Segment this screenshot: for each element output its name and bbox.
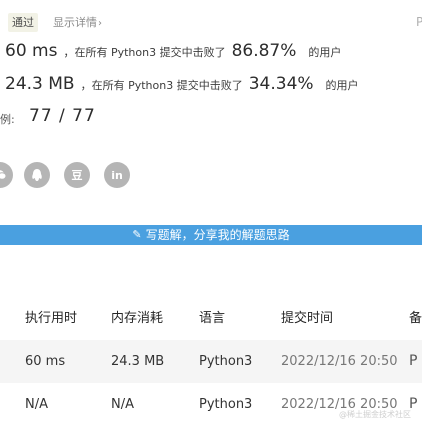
runtime-suffix: 的用户	[308, 46, 342, 59]
row-memory: N/A	[111, 397, 134, 412]
watermark: @稀土掘金技术社区	[339, 410, 411, 419]
table-header-row: 执行用时 内存消耗 语言 提交时间 备	[0, 297, 422, 340]
cases-value: 77 / 77	[29, 106, 96, 126]
edge-truncated-text: P	[416, 15, 422, 29]
cases-label: 例:	[0, 113, 15, 126]
linkedin-glyph: in	[111, 168, 123, 182]
runtime-stat: 60 ms ，在所有 Python3 提交中击败了 86.87% 的用户	[5, 41, 341, 67]
header-language[interactable]: 语言	[199, 297, 225, 340]
write-solution-label: 写题解，分享我的解题思路	[145, 228, 290, 242]
row-language: Python3	[199, 354, 253, 369]
qq-icon[interactable]	[24, 162, 50, 188]
row-runtime: 60 ms	[25, 354, 66, 369]
header-runtime[interactable]: 执行用时	[25, 297, 77, 340]
runtime-value: 60 ms	[5, 41, 58, 61]
row-submit-time: 2022/12/16 20:50	[281, 354, 398, 369]
row-runtime: N/A	[25, 397, 48, 412]
table-row[interactable]: 60 ms 24.3 MB Python3 2022/12/16 20:50 P	[0, 340, 422, 383]
pencil-icon: ✎	[132, 228, 142, 241]
submissions-table: 执行用时 内存消耗 语言 提交时间 备 60 ms 24.3 MB Python…	[0, 297, 422, 426]
row-memory: 24.3 MB	[111, 354, 165, 369]
header-notes: 备	[409, 311, 422, 326]
memory-value: 24.3 MB	[5, 74, 75, 94]
pass-badge: 通过	[8, 13, 38, 32]
show-details-label: 显示详情	[53, 16, 97, 29]
write-solution-button[interactable]: ✎ 写题解，分享我的解题思路	[0, 225, 422, 245]
wechat-icon[interactable]	[0, 162, 13, 188]
linkedin-icon[interactable]: in	[104, 162, 130, 188]
douban-glyph: 豆	[71, 169, 83, 182]
header-memory[interactable]: 内存消耗	[111, 297, 163, 340]
douban-icon[interactable]: 豆	[64, 162, 90, 188]
runtime-percent: 86.87%	[231, 41, 297, 61]
memory-suffix: 的用户	[325, 79, 359, 92]
memory-percent: 34.34%	[248, 74, 314, 94]
memory-text: ，在所有 Python3 提交中击败了	[80, 79, 243, 92]
memory-stat: 24.3 MB ，在所有 Python3 提交中击败了 34.34% 的用户	[5, 74, 359, 100]
row-language: Python3	[199, 397, 253, 412]
show-details-link[interactable]: 显示详情›	[53, 14, 102, 32]
runtime-text: ，在所有 Python3 提交中击败了	[63, 46, 226, 59]
header-submit-time[interactable]: 提交时间	[281, 297, 333, 340]
row-notes[interactable]: P	[409, 340, 417, 383]
chevron-right-icon: ›	[98, 18, 102, 29]
